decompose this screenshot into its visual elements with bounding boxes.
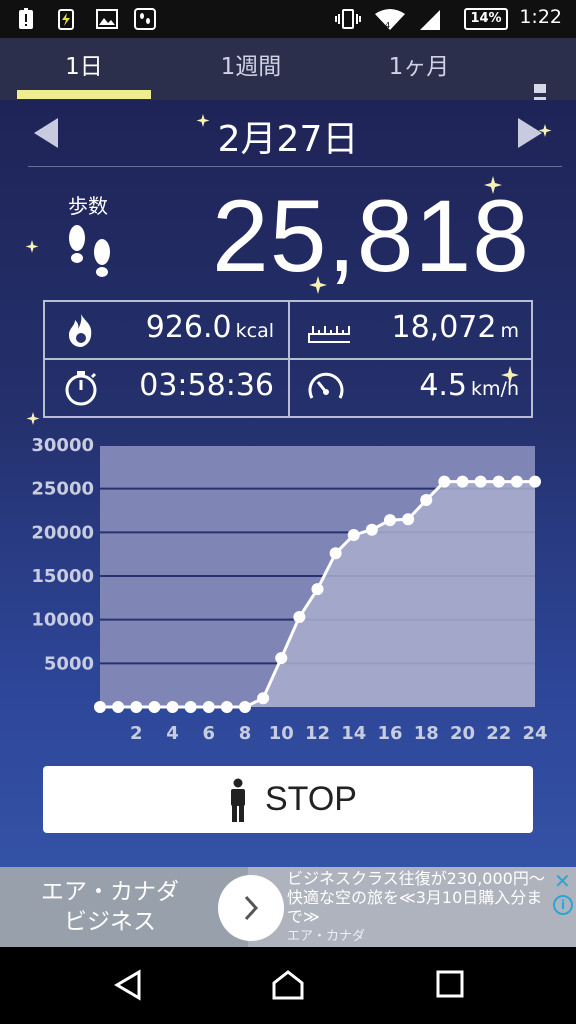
- navigation-bar: [0, 947, 576, 1024]
- x-tick-label: 10: [269, 723, 294, 744]
- back-icon[interactable]: [113, 969, 143, 1001]
- data-point: [220, 701, 233, 713]
- tab-month[interactable]: 1ヶ月: [352, 38, 486, 100]
- speed-stat: 4.5 km/h: [290, 360, 533, 416]
- home-icon[interactable]: [271, 969, 305, 1001]
- y-tick-label: 30000: [31, 435, 94, 456]
- ad-close-icon[interactable]: ✕: [554, 869, 571, 893]
- data-point: [202, 701, 215, 713]
- data-point: [438, 475, 451, 488]
- battery-indicator: 14%: [464, 8, 508, 30]
- x-tick-label: 20: [450, 723, 475, 744]
- image-icon: [96, 9, 118, 29]
- data-point: [329, 547, 342, 560]
- current-date: 2月27日: [217, 119, 359, 160]
- wifi-icon: 4: [375, 9, 405, 30]
- stop-button-label: STOP: [265, 780, 357, 818]
- data-point: [492, 475, 505, 488]
- calories-value: 926.0: [145, 310, 232, 345]
- data-point: [257, 692, 270, 705]
- data-point: [239, 701, 251, 713]
- next-day-arrow-icon[interactable]: [518, 118, 542, 148]
- distance-unit: m: [500, 320, 519, 342]
- data-point: [529, 475, 541, 488]
- ad-brand-panel: エア・カナダ ビジネス: [0, 867, 248, 947]
- x-tick-label: 18: [414, 723, 439, 744]
- clock: 1:22: [519, 6, 562, 28]
- recents-icon[interactable]: [435, 969, 465, 999]
- data-point: [456, 475, 469, 488]
- data-point: [130, 701, 143, 713]
- x-tick-label: 22: [486, 723, 511, 744]
- data-point: [384, 514, 396, 527]
- stats-grid: 926.0 kcal 18,072 m 03:58:36 4.5 km/h: [43, 300, 533, 418]
- x-tick-label: 12: [305, 723, 330, 744]
- data-point: [94, 701, 106, 713]
- stop-button[interactable]: STOP: [43, 766, 533, 833]
- data-point: [420, 494, 433, 507]
- person-icon: [231, 778, 245, 822]
- data-point: [402, 513, 415, 526]
- vibrate-icon: [335, 9, 361, 29]
- tab-week[interactable]: 1週間: [184, 38, 318, 100]
- divider: [28, 166, 562, 167]
- data-point: [112, 701, 125, 713]
- x-tick-label: 6: [202, 723, 215, 744]
- y-tick-label: 25000: [31, 479, 94, 500]
- ad-banner[interactable]: エア・カナダ ビジネス ビジネスクラス往復が230,000円〜 快適な空の旅を≪3…: [0, 867, 576, 947]
- pedometer-app-icon: [134, 8, 156, 30]
- data-point: [166, 701, 179, 713]
- data-point: [275, 652, 288, 665]
- calories-stat: 926.0 kcal: [45, 302, 288, 358]
- chevron-right-icon: [244, 895, 259, 921]
- data-point: [184, 701, 197, 713]
- duration-value: 03:58:36: [139, 368, 274, 403]
- y-tick-label: 20000: [31, 522, 94, 543]
- data-point: [474, 475, 487, 488]
- tab-indicator: [17, 90, 151, 99]
- steps-label: 歩数: [68, 194, 108, 218]
- duration-stat: 03:58:36: [45, 360, 288, 416]
- steps-count: 25,818: [212, 179, 530, 293]
- y-tick-label: 10000: [31, 610, 94, 631]
- y-tick-label: 15000: [31, 566, 94, 587]
- data-point: [365, 523, 378, 536]
- footprints-icon: [69, 225, 110, 277]
- data-point: [510, 475, 523, 488]
- alert-icon: [19, 8, 33, 29]
- svg-text:4: 4: [385, 21, 390, 30]
- ad-open-button[interactable]: [218, 875, 284, 941]
- data-point: [293, 611, 306, 624]
- x-tick-label: 24: [522, 723, 547, 744]
- stopwatch-icon: [65, 371, 97, 406]
- speedometer-icon: [308, 372, 344, 399]
- ad-title: エア・カナダ ビジネス: [41, 879, 179, 935]
- ad-info-icon[interactable]: i: [553, 895, 573, 915]
- x-tick-label: 8: [239, 723, 252, 744]
- distance-stat: 18,072 m: [290, 302, 533, 358]
- signal-icon: [420, 10, 440, 30]
- status-bar: 4 14% 1:22: [0, 0, 576, 38]
- speed-value: 4.5: [419, 368, 468, 403]
- x-tick-label: 16: [377, 723, 402, 744]
- battery-charging-icon: [58, 9, 74, 30]
- ruler-icon: [308, 326, 350, 343]
- flame-icon: [69, 314, 92, 347]
- data-point: [347, 528, 360, 541]
- calories-unit: kcal: [235, 320, 274, 342]
- data-point: [148, 701, 161, 713]
- date-navigator: 2月27日: [0, 100, 576, 166]
- data-point: [311, 583, 324, 596]
- steps-chart: 300002500020000150001000050002 4 6 8 10 12 14 1…: [31, 435, 547, 744]
- distance-value: 18,072: [391, 310, 497, 345]
- speed-unit: km/h: [471, 378, 519, 400]
- x-tick-label: 4: [166, 723, 179, 744]
- x-tick-label: 14: [341, 723, 366, 744]
- x-tick-label: 2: [130, 723, 143, 744]
- ad-source: エア・カナダ: [287, 929, 366, 944]
- ad-text: ビジネスクラス往復が230,000円〜 快適な空の旅を≪3月10日購入分まで≫: [287, 869, 545, 926]
- main-content: 2月27日 歩数 25,818 926.0 kcal 18,072 m 03:58:…: [0, 100, 576, 867]
- y-tick-label: 5000: [44, 653, 94, 674]
